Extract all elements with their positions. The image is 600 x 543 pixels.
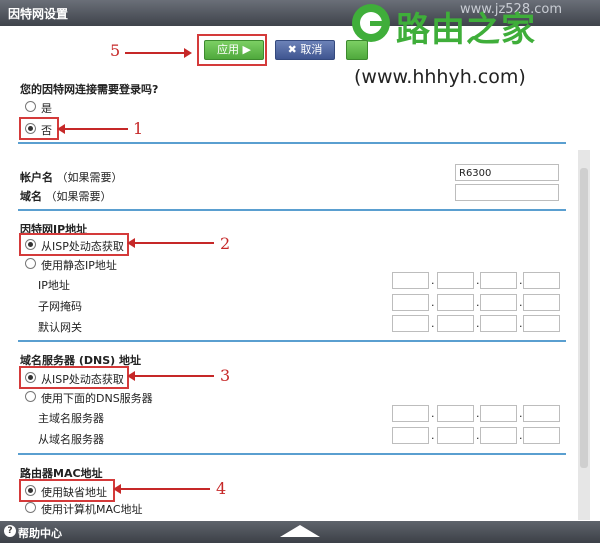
logo-text: 路由之家 (396, 10, 536, 50)
ip-octet-1[interactable] (392, 272, 429, 289)
expand-arrow-icon[interactable] (280, 525, 320, 537)
radio-ip-static[interactable] (25, 258, 36, 269)
account-input[interactable]: R6300 (455, 164, 559, 181)
scrollbar-thumb[interactable] (580, 168, 588, 468)
radio-mac-computer-label: 使用计算机MAC地址 (41, 503, 143, 516)
annotation-1: 1 (133, 119, 144, 138)
secondary-dns-label: 从域名服务器 (38, 433, 104, 446)
footer-bar: ? 帮助中心 (0, 521, 600, 543)
radio-dns-manual-label: 使用下面的DNS服务器 (41, 392, 153, 405)
domain-label: 域名 （如果需要） (20, 190, 112, 203)
watermark-url: (www.hhhyh.com) (354, 66, 526, 88)
watermark-logo: 路由之家 (352, 2, 598, 50)
domain-input[interactable] (455, 184, 559, 201)
section-divider (18, 340, 566, 342)
gateway-octet-3[interactable] (480, 315, 517, 332)
gateway-octet-4[interactable] (523, 315, 560, 332)
mask-octet-1[interactable] (392, 294, 429, 311)
ip-octet-2[interactable] (437, 272, 474, 289)
annotation-2: 2 (220, 234, 231, 253)
radio-mac-computer[interactable] (25, 502, 36, 513)
radio-ip-static-label: 使用静态IP地址 (41, 259, 117, 272)
login-question: 您的因特网连接需要登录吗? (20, 83, 159, 96)
help-icon[interactable]: ? (4, 525, 16, 537)
secondary-dns-octet-3[interactable] (480, 427, 517, 444)
highlight-mac-default (19, 479, 115, 502)
cancel-button[interactable]: ✖ 取消 (275, 40, 335, 60)
highlight-ip-dynamic (19, 233, 129, 256)
primary-dns-octet-1[interactable] (392, 405, 429, 422)
secondary-dns-octet-4[interactable] (523, 427, 560, 444)
mask-octet-3[interactable] (480, 294, 517, 311)
mask-octet-4[interactable] (523, 294, 560, 311)
help-center-link[interactable]: 帮助中心 (18, 525, 62, 541)
annotation-3: 3 (220, 366, 231, 385)
arrow-4 (113, 484, 210, 494)
arrow-2 (127, 238, 214, 248)
radio-yes-label: 是 (41, 102, 52, 115)
annotation-4: 4 (216, 479, 227, 498)
section-divider (18, 453, 566, 455)
gateway-octet-2[interactable] (437, 315, 474, 332)
arrow-5 (125, 48, 192, 58)
highlight-no (19, 117, 59, 140)
section-divider (18, 209, 566, 211)
ip-octet-4[interactable] (523, 272, 560, 289)
primary-dns-octet-4[interactable] (523, 405, 560, 422)
radio-dns-manual[interactable] (25, 391, 36, 402)
primary-dns-octet-2[interactable] (437, 405, 474, 422)
primary-dns-octet-3[interactable] (480, 405, 517, 422)
arrow-1 (57, 124, 128, 134)
account-label: 帐户名 （如果需要） (20, 171, 123, 184)
primary-dns-label: 主域名服务器 (38, 412, 104, 425)
ip-address-label: IP地址 (38, 279, 70, 292)
secondary-dns-octet-1[interactable] (392, 427, 429, 444)
ip-octet-3[interactable] (480, 272, 517, 289)
secondary-dns-octet-2[interactable] (437, 427, 474, 444)
mask-octet-2[interactable] (437, 294, 474, 311)
subnet-mask-label: 子网掩码 (38, 300, 82, 313)
arrow-3 (127, 371, 214, 381)
window-title: 因特网设置 (8, 7, 69, 21)
gateway-label: 默认网关 (38, 321, 82, 334)
annotation-5: 5 (110, 41, 121, 60)
highlight-apply (197, 34, 267, 66)
highlight-dns-dynamic (19, 366, 129, 389)
toolbar-extra-button[interactable] (346, 40, 368, 60)
logo-e-icon (352, 4, 390, 42)
radio-yes[interactable] (25, 101, 36, 112)
gateway-octet-1[interactable] (392, 315, 429, 332)
section-divider (18, 142, 566, 144)
